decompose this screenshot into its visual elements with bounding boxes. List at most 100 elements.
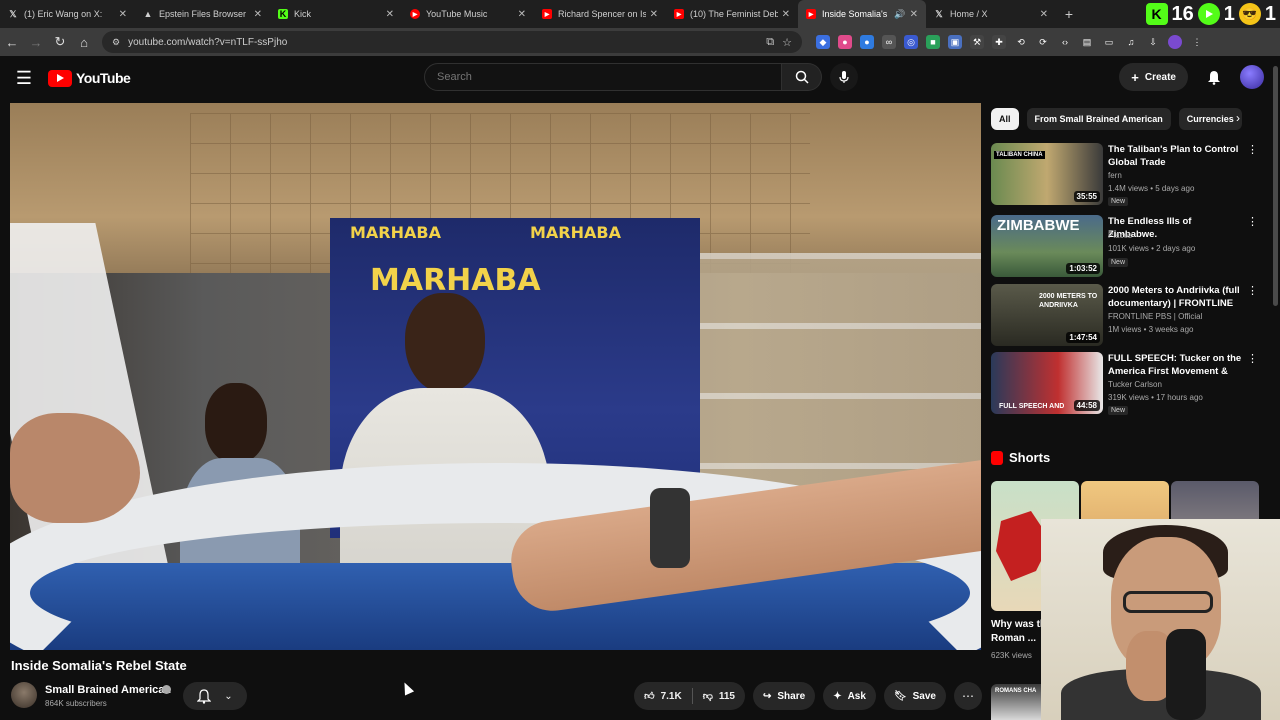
share-button[interactable]: ↪ Share <box>753 682 816 710</box>
extension-circle-icon[interactable]: ● <box>838 35 852 49</box>
close-icon[interactable]: ✕ <box>254 9 262 20</box>
recommendation-channel[interactable]: Tucker Carlson <box>1108 380 1162 389</box>
close-icon[interactable]: ✕ <box>1040 9 1048 20</box>
close-icon[interactable]: ✕ <box>782 9 790 20</box>
youtube-logo[interactable]: YouTube <box>48 69 131 87</box>
new-badge: New <box>1108 258 1129 267</box>
subscription-notification-button[interactable]: ⌄ <box>183 682 247 710</box>
chip-currencies[interactable]: Currencies <box>1178 108 1242 130</box>
close-icon[interactable]: ✕ <box>650 9 658 20</box>
video-thumbnail[interactable]: TALIBAN CHINA 35:55 <box>991 143 1103 205</box>
forward-arrow-icon[interactable]: → <box>24 30 48 54</box>
history-icon[interactable]: ⟲ <box>1014 35 1028 49</box>
chevron-right-icon[interactable]: › <box>1236 111 1240 125</box>
dislike-count: 115 <box>718 690 735 702</box>
banner-text-left: MARHABA <box>350 223 441 242</box>
hamburger-menu-icon[interactable]: ☰ <box>0 56 48 100</box>
close-icon[interactable]: ✕ <box>518 9 526 20</box>
close-icon[interactable]: ✕ <box>386 9 394 20</box>
tab-eric-wang[interactable]: 𝕏 (1) Eric Wang on X: ✕ <box>0 0 135 28</box>
speaker-icon[interactable]: 🔊 <box>894 9 905 20</box>
dislike-button[interactable]: 👎︎ 115 <box>693 682 745 710</box>
kebab-menu-icon[interactable]: ⋮ <box>1247 284 1258 297</box>
recommendation-channel[interactable]: fern <box>1108 171 1122 180</box>
reload-icon[interactable]: ↻ <box>48 30 72 54</box>
new-tab-button[interactable]: + <box>1056 6 1082 22</box>
extension-shield-icon[interactable]: ◆ <box>816 35 830 49</box>
downloads-icon[interactable]: ⇩ <box>1146 35 1160 49</box>
tab-richard-spencer[interactable]: ▶ Richard Spencer on Isra ✕ <box>534 0 666 28</box>
bookmark-star-icon[interactable]: ☆ <box>782 36 792 49</box>
short-thumbnail[interactable]: ROMANS CHA <box>991 684 1041 720</box>
extension-globe-icon[interactable]: ◎ <box>904 35 918 49</box>
emoji-face-icon[interactable]: 😎 <box>1238 3 1261 25</box>
tab-feminist-debate[interactable]: ▶ (10) The Feminist Debat ✕ <box>666 0 798 28</box>
recommendation-item[interactable]: 2000 METERS TO ANDRIIVKA 1:47:54 2000 Me… <box>991 284 1266 346</box>
kebab-menu-icon[interactable]: ⋮ <box>1247 143 1258 156</box>
extension-glasses-icon[interactable]: ∞ <box>882 35 896 49</box>
video-thumbnail[interactable]: ZIMBABWE 1:03:52 <box>991 215 1103 277</box>
recommendation-title[interactable]: FULL SPEECH: Tucker on the America First… <box>1108 352 1243 378</box>
create-button[interactable]: + Create <box>1119 63 1188 91</box>
puzzle-icon[interactable]: ✚ <box>992 35 1006 49</box>
voice-search-button[interactable] <box>830 63 858 91</box>
kebab-menu-icon[interactable]: ⋮ <box>1190 35 1204 49</box>
extension-puzzle-green-icon[interactable]: ■ <box>926 35 940 49</box>
extension-window-icon[interactable]: ▣ <box>948 35 962 49</box>
save-button[interactable]: 🔖︎ Save <box>883 682 946 710</box>
search-button[interactable] <box>782 63 822 91</box>
sidebar-icon[interactable]: ▤ <box>1080 35 1094 49</box>
channel-name[interactable]: Small Brained American <box>45 684 171 696</box>
sync-icon[interactable]: ⟳ <box>1036 35 1050 49</box>
tab-inside-somalia[interactable]: ▶ Inside Somalia's Rel 🔊 ✕ <box>798 0 926 28</box>
tab-epstein-files[interactable]: ▲ Epstein Files Browser ✕ <box>135 0 270 28</box>
shorts-icon <box>991 450 1003 465</box>
kebab-menu-icon[interactable]: ⋮ <box>1247 352 1258 365</box>
notifications-bell-icon[interactable] <box>1202 65 1226 89</box>
video-thumbnail[interactable]: 2000 METERS TO ANDRIIVKA 1:47:54 <box>991 284 1103 346</box>
youtube-header: ☰ YouTube + Create <box>0 56 1280 100</box>
video-thumbnail[interactable]: FULL SPEECH AND 44:58 <box>991 352 1103 414</box>
profile-avatar[interactable] <box>1168 35 1182 49</box>
more-actions-icon[interactable]: ⋯ <box>954 682 982 710</box>
recommendation-item[interactable]: FULL SPEECH AND 44:58 FULL SPEECH: Tucke… <box>991 352 1266 415</box>
like-button[interactable]: 👍︎ 7.1K <box>634 682 692 710</box>
close-icon[interactable]: ✕ <box>119 9 127 20</box>
kebab-menu-icon[interactable]: ⋮ <box>1247 215 1258 228</box>
document-icon[interactable]: ▭ <box>1102 35 1116 49</box>
recommendation-meta: 101K views • 2 days ago <box>1108 244 1196 253</box>
page-scrollbar[interactable] <box>1273 66 1278 306</box>
recommendation-channel[interactable]: Places <box>1108 231 1132 240</box>
tab-youtube-music[interactable]: ▶ YouTube Music ✕ <box>402 0 534 28</box>
extension-tools-icon[interactable]: ⚒ <box>970 35 984 49</box>
media-icon[interactable]: ♫ <box>1124 35 1138 49</box>
play-icon[interactable] <box>1197 3 1220 25</box>
bookmark-icon: 🔖︎ <box>893 690 907 702</box>
back-arrow-icon[interactable]: ← <box>0 30 24 54</box>
recommendation-channel[interactable]: FRONTLINE PBS | Official <box>1108 312 1202 321</box>
share-label: Share <box>777 690 806 702</box>
channel-avatar[interactable] <box>11 682 37 708</box>
home-icon[interactable]: ⌂ <box>72 30 96 54</box>
install-icon[interactable]: ⧉ <box>766 36 774 49</box>
recommendation-title[interactable]: The Taliban's Plan to Control Global Tra… <box>1108 143 1243 169</box>
site-info-icon[interactable]: ⚙ <box>112 37 120 48</box>
video-actions: 👍︎ 7.1K 👎︎ 115 ↪ Share ✦ Ask 🔖︎ Save ⋯ <box>634 682 982 710</box>
video-player[interactable]: MARHABA MARHABA MARHABA <box>10 103 981 650</box>
extension-dot-icon[interactable]: ● <box>860 35 874 49</box>
close-icon[interactable]: ✕ <box>910 9 918 20</box>
recommendation-item[interactable]: ZIMBABWE 1:03:52 The Endless Ills of Zim… <box>991 215 1266 277</box>
chip-all[interactable]: All <box>991 108 1019 130</box>
duration-badge: 1:03:52 <box>1066 263 1100 274</box>
tab-kick[interactable]: K Kick ✕ <box>270 0 402 28</box>
tab-home-x[interactable]: 𝕏 Home / X ✕ <box>926 0 1056 28</box>
recommendation-item[interactable]: TALIBAN CHINA 35:55 The Taliban's Plan t… <box>991 143 1266 206</box>
kick-logo-icon[interactable]: K <box>1145 3 1168 25</box>
chip-from-channel[interactable]: From Small Brained American <box>1026 108 1171 130</box>
search-input[interactable] <box>424 63 782 91</box>
account-avatar[interactable] <box>1240 65 1264 89</box>
recommendation-title[interactable]: 2000 Meters to Andriivka (full documenta… <box>1108 284 1243 310</box>
ask-button[interactable]: ✦ Ask <box>823 682 876 710</box>
code-icon[interactable]: ‹› <box>1058 35 1072 49</box>
address-bar[interactable]: ⚙ youtube.com/watch?v=nTLF-ssPjho ⧉ ☆ <box>102 31 802 53</box>
